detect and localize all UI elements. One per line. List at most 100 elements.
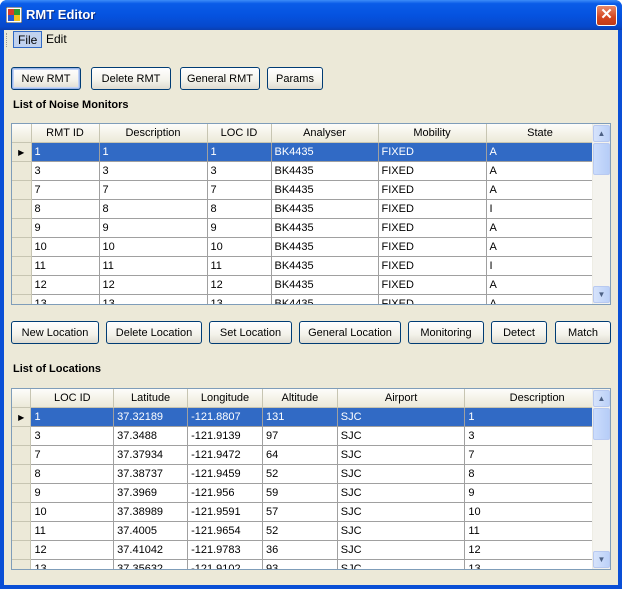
table-cell[interactable]: 11: [464, 521, 610, 541]
table-cell[interactable]: SJC: [337, 483, 466, 503]
table-cell[interactable]: 64: [262, 445, 338, 465]
table-cell[interactable]: FIXED: [378, 199, 487, 219]
table-cell[interactable]: BK4435: [271, 275, 379, 295]
table-cell[interactable]: FIXED: [378, 180, 487, 200]
table-cell[interactable]: 1: [99, 142, 208, 162]
table-cell[interactable]: SJC: [337, 426, 466, 446]
table-cell[interactable]: 37.35632: [113, 559, 189, 569]
noise-monitors-scrollbar[interactable]: ▲ ▼: [592, 124, 610, 304]
table-cell[interactable]: 11: [30, 521, 115, 541]
table-cell[interactable]: 12: [31, 275, 100, 295]
table-cell[interactable]: 97: [262, 426, 338, 446]
row-header[interactable]: [12, 521, 32, 541]
table-cell[interactable]: 7: [464, 445, 610, 465]
table-cell[interactable]: 9: [464, 483, 610, 503]
table-cell[interactable]: BK4435: [271, 218, 379, 238]
table-cell[interactable]: 37.37934: [113, 445, 189, 465]
table-cell[interactable]: BK4435: [271, 256, 379, 276]
column-header[interactable]: State: [486, 124, 595, 143]
table-cell[interactable]: 10: [31, 237, 100, 257]
row-header[interactable]: [12, 180, 32, 200]
table-cell[interactable]: -121.9591: [187, 502, 263, 522]
table-cell[interactable]: 52: [262, 464, 338, 484]
table-cell[interactable]: -121.9472: [187, 445, 263, 465]
table-row[interactable]: 12 12 12 BK4435 FIXED A: [12, 275, 595, 295]
row-header[interactable]: [12, 275, 32, 295]
row-header[interactable]: [12, 218, 32, 238]
table-cell[interactable]: -121.9459: [187, 464, 263, 484]
table-cell[interactable]: SJC: [337, 502, 466, 522]
table-row[interactable]: ▶ 1 37.32189 -121.8807 131 SJC 1: [12, 407, 610, 427]
table-cell[interactable]: 7: [30, 445, 115, 465]
table-cell[interactable]: 10: [30, 502, 115, 522]
set-location-button[interactable]: Set Location: [209, 321, 292, 344]
row-header[interactable]: [12, 502, 32, 522]
table-cell[interactable]: SJC: [337, 445, 466, 465]
table-row[interactable]: 8 8 8 BK4435 FIXED I: [12, 199, 595, 219]
table-cell[interactable]: 1: [30, 407, 115, 427]
row-header[interactable]: ▶: [12, 407, 32, 427]
table-cell[interactable]: FIXED: [378, 256, 487, 276]
column-header[interactable]: Latitude: [113, 389, 189, 408]
table-cell[interactable]: 57: [262, 502, 338, 522]
table-cell[interactable]: A: [486, 237, 595, 257]
detect-button[interactable]: Detect: [491, 321, 547, 344]
table-cell[interactable]: 36: [262, 540, 338, 560]
table-row[interactable]: 11 37.4005 -121.9654 52 SJC 11: [12, 521, 610, 541]
column-header[interactable]: Airport: [337, 389, 466, 408]
table-cell[interactable]: 37.4005: [113, 521, 189, 541]
scroll-up-button[interactable]: ▲: [593, 125, 610, 142]
table-cell[interactable]: BK4435: [271, 294, 379, 304]
table-cell[interactable]: 8: [30, 464, 115, 484]
table-cell[interactable]: BK4435: [271, 237, 379, 257]
table-cell[interactable]: -121.9102: [187, 559, 263, 569]
noise-monitors-grid[interactable]: RMT ID Description LOC ID Analyser Mobil…: [11, 123, 611, 305]
table-cell[interactable]: 9: [31, 218, 100, 238]
delete-location-button[interactable]: Delete Location: [106, 321, 202, 344]
general-location-button[interactable]: General Location: [299, 321, 401, 344]
params-button[interactable]: Params: [267, 67, 323, 90]
table-cell[interactable]: 37.3969: [113, 483, 189, 503]
table-cell[interactable]: 37.38737: [113, 464, 189, 484]
locations-scrollbar[interactable]: ▲ ▼: [592, 389, 610, 569]
scroll-thumb[interactable]: [593, 408, 610, 440]
general-rmt-button[interactable]: General RMT: [180, 67, 260, 90]
table-cell[interactable]: 59: [262, 483, 338, 503]
table-cell[interactable]: BK4435: [271, 180, 379, 200]
table-cell[interactable]: 13: [207, 294, 272, 304]
table-cell[interactable]: SJC: [337, 464, 466, 484]
table-cell[interactable]: I: [486, 199, 595, 219]
row-header[interactable]: [12, 483, 32, 503]
row-header[interactable]: [12, 426, 32, 446]
new-rmt-button[interactable]: New RMT: [11, 67, 81, 90]
table-cell[interactable]: 52: [262, 521, 338, 541]
close-button[interactable]: ✕: [596, 5, 617, 26]
table-row[interactable]: 9 37.3969 -121.956 59 SJC 9: [12, 483, 610, 503]
table-cell[interactable]: FIXED: [378, 161, 487, 181]
table-row[interactable]: ▶ 1 1 1 BK4435 FIXED A: [12, 142, 595, 162]
scroll-down-button[interactable]: ▼: [593, 551, 610, 568]
column-header[interactable]: Description: [464, 389, 610, 408]
table-cell[interactable]: 1: [464, 407, 610, 427]
table-cell[interactable]: FIXED: [378, 142, 487, 162]
table-row[interactable]: 8 37.38737 -121.9459 52 SJC 8: [12, 464, 610, 484]
table-cell[interactable]: 93: [262, 559, 338, 569]
row-header[interactable]: [12, 540, 32, 560]
table-cell[interactable]: A: [486, 161, 595, 181]
row-header[interactable]: [12, 237, 32, 257]
row-header[interactable]: [12, 199, 32, 219]
table-cell[interactable]: 8: [464, 464, 610, 484]
table-row[interactable]: 13 13 13 BK4435 FIXED A: [12, 294, 595, 304]
table-cell[interactable]: -121.956: [187, 483, 263, 503]
table-row[interactable]: 13 37.35632 -121.9102 93 SJC 13: [12, 559, 610, 569]
row-header[interactable]: [12, 464, 32, 484]
table-cell[interactable]: 3: [99, 161, 208, 181]
table-cell[interactable]: FIXED: [378, 218, 487, 238]
table-cell[interactable]: 7: [207, 180, 272, 200]
column-header[interactable]: Longitude: [187, 389, 263, 408]
table-row[interactable]: 10 37.38989 -121.9591 57 SJC 10: [12, 502, 610, 522]
table-cell[interactable]: 13: [464, 559, 610, 569]
table-cell[interactable]: 13: [99, 294, 208, 304]
table-cell[interactable]: A: [486, 142, 595, 162]
table-cell[interactable]: 9: [207, 218, 272, 238]
